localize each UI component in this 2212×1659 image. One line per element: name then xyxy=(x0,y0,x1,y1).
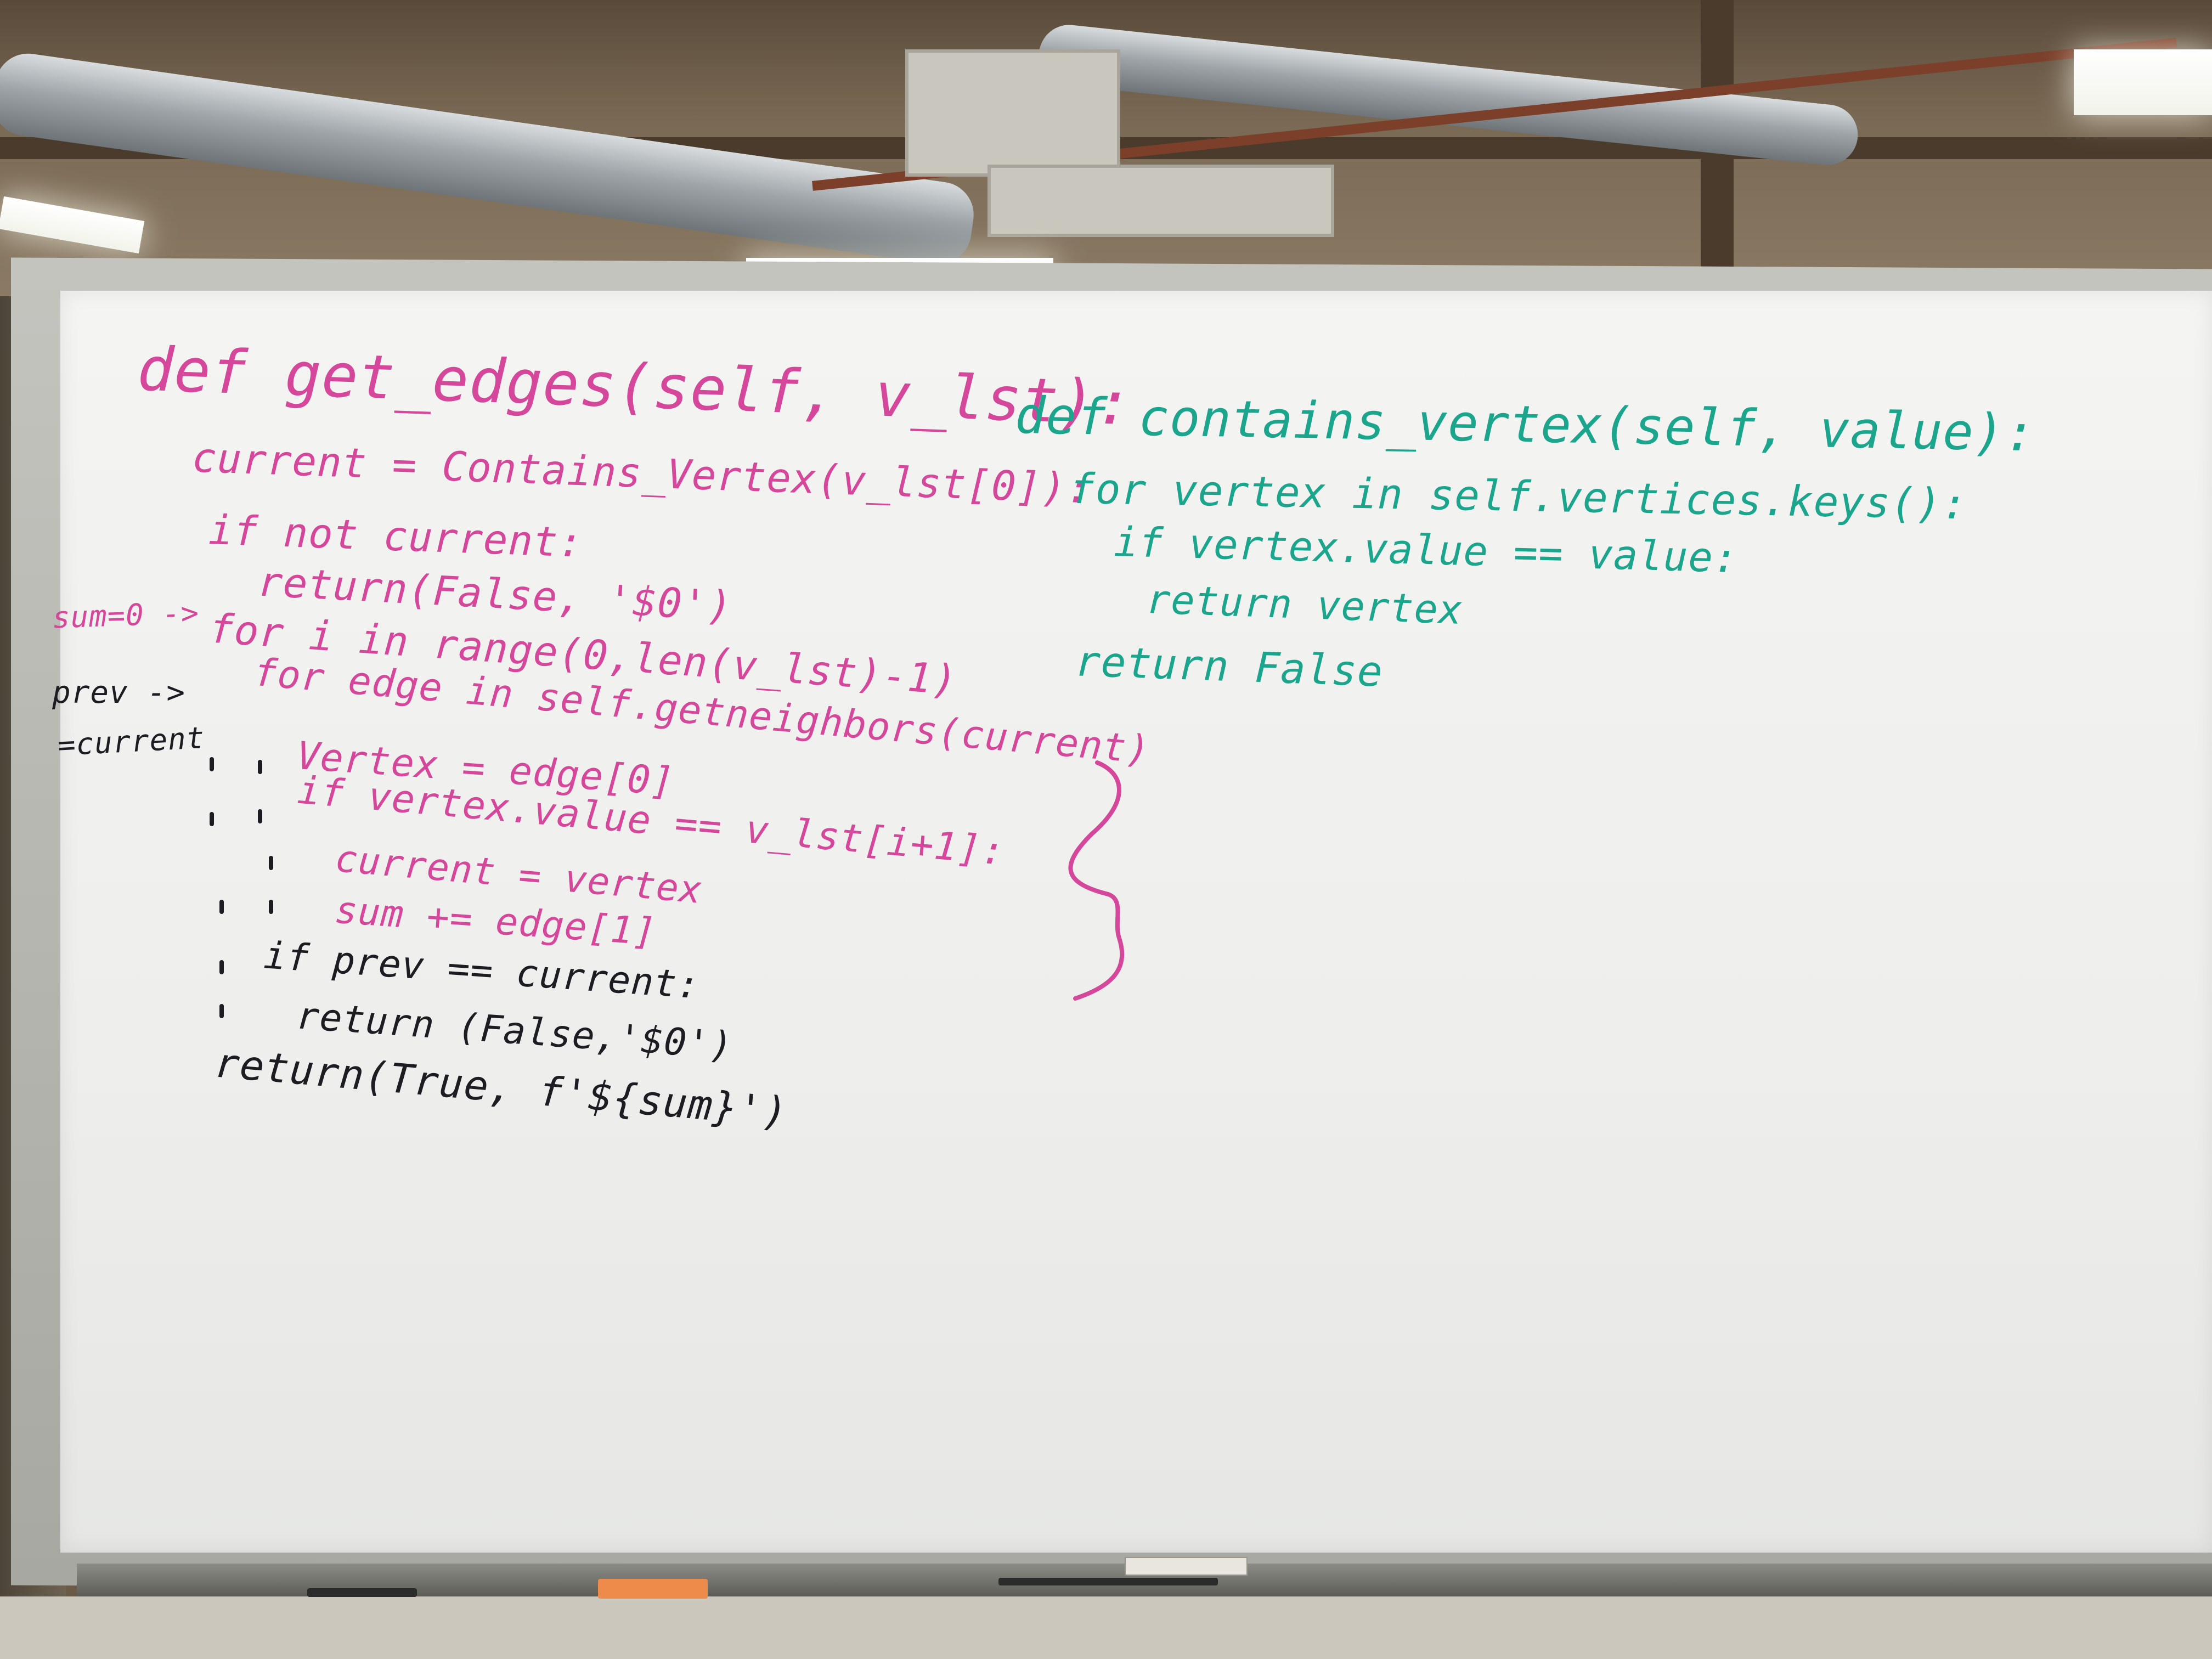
orange-eraser xyxy=(598,1579,708,1599)
indent-mark xyxy=(219,960,224,974)
floor xyxy=(0,1596,2212,1659)
indent-mark xyxy=(258,760,262,774)
prev-margin-note: prev -> xyxy=(52,675,186,710)
ceiling-light xyxy=(2074,49,2212,115)
ceiling-vent xyxy=(905,49,1120,177)
indent-mark xyxy=(210,757,214,771)
indent-mark xyxy=(269,856,273,870)
marker xyxy=(998,1578,1218,1585)
indent-mark xyxy=(269,900,273,914)
ceiling-vent xyxy=(988,165,1334,237)
board-label-plate xyxy=(1125,1557,1248,1576)
indent-mark xyxy=(219,1004,224,1018)
curly-brace xyxy=(1068,760,1125,1001)
indent-mark xyxy=(258,809,262,823)
marker xyxy=(307,1588,417,1597)
indent-mark xyxy=(219,900,224,914)
indent-mark xyxy=(210,812,214,826)
sum-margin-note: sum=0 -> xyxy=(51,595,200,635)
